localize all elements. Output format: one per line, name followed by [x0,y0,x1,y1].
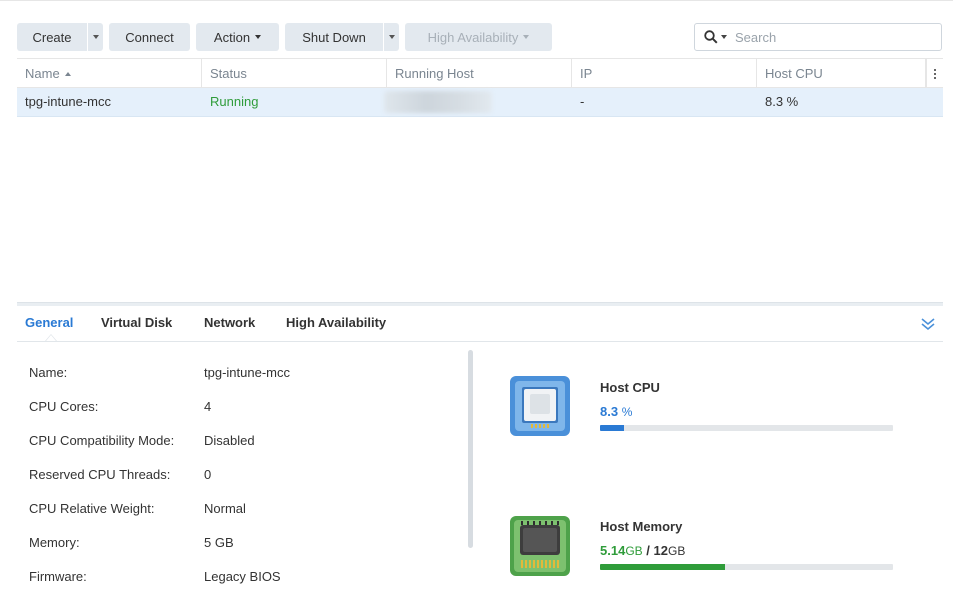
collapse-panel-icon[interactable] [920,316,936,332]
high-availability-button-label: High Availability [427,29,519,45]
running-host-redacted [384,91,492,113]
detail-row-reserved-threads: Reserved CPU Threads: 0 [29,465,469,485]
detail-row-name: Name: tpg-intune-mcc [29,363,469,383]
detail-key: CPU Relative Weight: [29,501,155,516]
detail-key: Firmware: [29,569,87,584]
search-options-caret-icon[interactable] [721,35,727,39]
detail-row-firmware: Firmware: Legacy BIOS [29,567,469,587]
action-button[interactable]: Action [196,23,279,51]
table-row[interactable]: tpg-intune-mcc Running - 8.3 % [17,88,943,117]
host-cpu-number: 8.3 [600,404,619,419]
general-details-panel: Name: tpg-intune-mcc CPU Cores: 4 CPU Co… [17,342,943,592]
host-memory-total: 12 [653,543,668,558]
tab-virtual-disk[interactable]: Virtual Disk [101,306,172,341]
host-memory-used-unit: GB [625,544,643,558]
shutdown-button[interactable]: Shut Down [285,23,383,51]
chevron-down-icon [92,35,99,39]
active-tab-pointer [45,334,57,341]
host-cpu-title: Host CPU [600,380,660,395]
row-ip-cell: - [580,94,585,109]
column-header-host-cpu[interactable]: Host CPU [757,59,926,88]
host-memory-title: Host Memory [600,519,683,534]
host-memory-used: 5.14 [600,543,626,558]
column-header-running-host-label: Running Host [395,66,474,81]
sort-ascending-icon [64,72,71,76]
column-header-name[interactable]: Name [17,59,202,88]
host-memory-progress-fill [600,564,726,570]
detail-row-cpu-cores: CPU Cores: 4 [29,397,469,417]
detail-row-memory: Memory: 5 GB [29,533,469,553]
detail-key: CPU Compatibility Mode: [29,433,175,448]
connect-button[interactable]: Connect [109,23,190,51]
column-header-status[interactable]: Status [202,59,387,88]
host-cpu-value: 8.3 % [600,404,632,419]
host-memory-progress [600,564,893,570]
column-header-ip-label: IP [580,66,593,81]
detail-key: Name: [29,365,68,380]
chevron-down-icon [388,35,395,39]
detail-row-cpu-weight: CPU Relative Weight: Normal [29,499,469,519]
column-header-ip[interactable]: IP [572,59,757,88]
host-cpu-progress [600,425,893,431]
detail-value: 5 GB [204,535,234,550]
host-memory-total-unit: GB [668,544,686,558]
host-memory-separator: / [646,543,650,558]
column-header-running-host[interactable]: Running Host [387,59,572,88]
shutdown-dropdown-button[interactable] [383,23,399,51]
row-status-cell: Running [210,94,259,109]
detail-value: 4 [204,399,212,414]
action-button-label: Action [213,29,251,45]
details-scrollbar[interactable] [468,350,473,548]
detail-tabs: General Virtual Disk Network High Availa… [17,306,943,342]
host-memory-value: 5.14GB / 12GB [600,543,685,558]
search-icon[interactable] [704,30,718,44]
detail-value: 0 [204,467,212,482]
high-availability-button[interactable]: High Availability [405,23,552,51]
detail-key: CPU Cores: [29,399,99,414]
detail-row-cpu-compatibility: CPU Compatibility Mode: Disabled [29,431,469,451]
host-cpu-unit: % [621,405,633,419]
shutdown-button-label: Shut Down [302,29,366,45]
search-input[interactable] [735,29,915,45]
column-header-host-cpu-label: Host CPU [765,66,823,81]
memory-module-icon [510,516,570,576]
tab-high-availability[interactable]: High Availability [286,306,386,341]
create-button[interactable]: Create [17,23,87,51]
detail-value: Legacy BIOS [204,569,281,584]
column-header-name-label: Name [25,66,60,81]
detail-key: Reserved CPU Threads: [29,467,171,482]
detail-value: Disabled [204,433,255,448]
column-menu-icon[interactable] [926,59,943,88]
chevron-down-icon [255,35,262,39]
detail-value: tpg-intune-mcc [204,365,290,380]
column-header-status-label: Status [210,66,247,81]
detail-key: Memory: [29,535,80,550]
create-button-label: Create [32,29,72,45]
toolbar: Create Connect Action Shut Down High Ava… [0,0,953,58]
connect-button-label: Connect [125,29,174,45]
grid-header: Name Status Running Host IP Host CPU [17,58,943,88]
row-name-cell: tpg-intune-mcc [25,94,111,109]
create-dropdown-button[interactable] [87,23,103,51]
chevron-down-icon [523,35,530,39]
search-box[interactable] [694,23,942,51]
detail-value: Normal [204,501,246,516]
row-host-cpu-cell: 8.3 % [765,94,799,109]
cpu-chip-icon [510,376,570,436]
host-cpu-progress-fill [600,425,625,431]
tab-network[interactable]: Network [204,306,255,341]
